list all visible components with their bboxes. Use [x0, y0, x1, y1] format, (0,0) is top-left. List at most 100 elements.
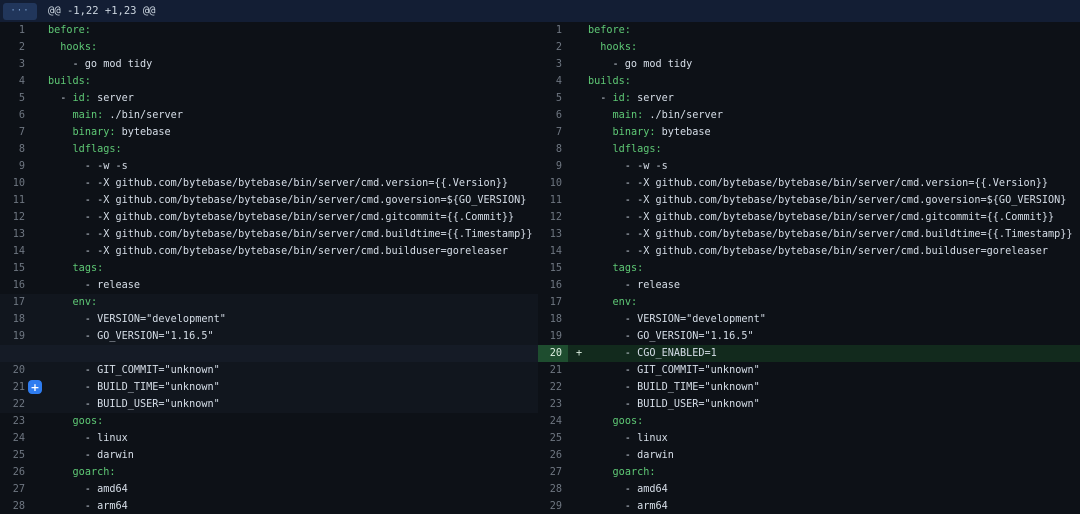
line-number[interactable]: 17 [538, 294, 568, 311]
line-number[interactable]: 15 [0, 260, 28, 277]
line-number[interactable]: 19 [538, 328, 568, 345]
line-number[interactable]: 19 [0, 328, 28, 345]
line-number[interactable]: 26 [538, 447, 568, 464]
diff-marker [28, 311, 48, 328]
yaml-key-token: binary: [73, 127, 116, 138]
diff-marker [568, 260, 588, 277]
diff-row: 21 - GIT_COMMIT="unknown" [538, 362, 1080, 379]
line-number[interactable]: 22 [538, 379, 568, 396]
line-number[interactable]: 28 [0, 498, 28, 514]
diff-marker [568, 464, 588, 481]
line-number[interactable]: 5 [538, 90, 568, 107]
diff-marker [28, 90, 48, 107]
yaml-key-token: goos: [73, 416, 104, 427]
line-number[interactable]: 1 [0, 22, 28, 39]
line-number[interactable]: 7 [538, 124, 568, 141]
line-number[interactable]: 27 [0, 481, 28, 498]
diff-row: 15 tags: [0, 260, 538, 277]
line-number[interactable]: 21 [538, 362, 568, 379]
line-number[interactable]: 24 [538, 413, 568, 430]
line-number[interactable]: 8 [0, 141, 28, 158]
diff-row: 11 - -X github.com/bytebase/bytebase/bin… [0, 192, 538, 209]
line-number[interactable]: 6 [0, 107, 28, 124]
diff-marker [568, 481, 588, 498]
line-number[interactable]: 20 [0, 362, 28, 379]
diff-marker [568, 209, 588, 226]
diff-marker [568, 311, 588, 328]
diff-row: 12 - -X github.com/bytebase/bytebase/bin… [0, 209, 538, 226]
code-line: hooks: [588, 39, 1080, 56]
line-number[interactable]: 18 [0, 311, 28, 328]
line-number[interactable]: 24 [0, 430, 28, 447]
diff-row: 2 hooks: [538, 39, 1080, 56]
line-number[interactable]: 11 [0, 192, 28, 209]
line-number[interactable]: 12 [538, 209, 568, 226]
line-number[interactable]: 4 [538, 73, 568, 90]
line-number[interactable]: 8 [538, 141, 568, 158]
line-number[interactable]: 13 [538, 226, 568, 243]
line-number[interactable]: 3 [0, 56, 28, 73]
code-line: - BUILD_USER="unknown" [588, 396, 1080, 413]
line-number[interactable]: 25 [0, 447, 28, 464]
line-number[interactable]: 25 [538, 430, 568, 447]
code-line: binary: bytebase [588, 124, 1080, 141]
code-line [48, 345, 538, 362]
code-line: goarch: [588, 464, 1080, 481]
line-number[interactable]: 10 [0, 175, 28, 192]
expand-hunk-button[interactable]: ··· [3, 3, 37, 20]
code-line: - -X github.com/bytebase/bytebase/bin/se… [588, 226, 1080, 243]
code-token: - [588, 93, 613, 104]
line-number[interactable]: 29 [538, 498, 568, 514]
yaml-key-token: goarch: [73, 467, 116, 478]
line-number[interactable]: 1 [538, 22, 568, 39]
line-number[interactable]: 21 [0, 379, 28, 396]
diff-row: 9 - -w -s [538, 158, 1080, 175]
add-comment-button[interactable]: + [28, 380, 42, 394]
line-number[interactable]: 9 [0, 158, 28, 175]
line-number[interactable]: 3 [538, 56, 568, 73]
line-number[interactable]: 18 [538, 311, 568, 328]
diff-pane-new: 1before:2 hooks:3 - go mod tidy4builds:5… [538, 22, 1080, 514]
line-number[interactable]: 13 [0, 226, 28, 243]
diff-row: 25 - darwin [0, 447, 538, 464]
line-number[interactable]: 7 [0, 124, 28, 141]
line-number[interactable]: 12 [0, 209, 28, 226]
line-number[interactable]: 22 [0, 396, 28, 413]
line-number[interactable]: 26 [0, 464, 28, 481]
diff-marker [28, 277, 48, 294]
code-line: - linux [588, 430, 1080, 447]
line-number[interactable]: 10 [538, 175, 568, 192]
line-number[interactable]: 16 [0, 277, 28, 294]
line-number[interactable]: 9 [538, 158, 568, 175]
line-number[interactable]: 4 [0, 73, 28, 90]
code-line: - -w -s [48, 158, 538, 175]
line-number[interactable]: 17 [0, 294, 28, 311]
line-number[interactable]: 2 [538, 39, 568, 56]
line-number[interactable]: 2 [0, 39, 28, 56]
code-line: - -X github.com/bytebase/bytebase/bin/se… [588, 209, 1080, 226]
line-number[interactable]: 20 [538, 345, 568, 362]
line-number[interactable]: 6 [538, 107, 568, 124]
code-token [588, 110, 613, 121]
line-number[interactable]: 28 [538, 481, 568, 498]
code-token: ./bin/server [643, 110, 723, 121]
diff-marker [568, 447, 588, 464]
line-number[interactable]: 15 [538, 260, 568, 277]
code-token [48, 416, 73, 427]
line-number[interactable]: 14 [538, 243, 568, 260]
line-number[interactable]: 23 [0, 413, 28, 430]
line-number[interactable]: 11 [538, 192, 568, 209]
code-token: - -X github.com/bytebase/bytebase/bin/se… [48, 212, 514, 223]
line-number[interactable]: 23 [538, 396, 568, 413]
code-line: builds: [588, 73, 1080, 90]
diff-row: 28 - arm64 [0, 498, 538, 514]
line-number[interactable]: 5 [0, 90, 28, 107]
diff-marker [568, 430, 588, 447]
diff-row: 27 - amd64 [0, 481, 538, 498]
line-number[interactable]: 14 [0, 243, 28, 260]
code-token: - release [588, 280, 680, 291]
line-number[interactable]: 16 [538, 277, 568, 294]
diff-marker [28, 141, 48, 158]
diff-marker [568, 328, 588, 345]
line-number[interactable]: 27 [538, 464, 568, 481]
